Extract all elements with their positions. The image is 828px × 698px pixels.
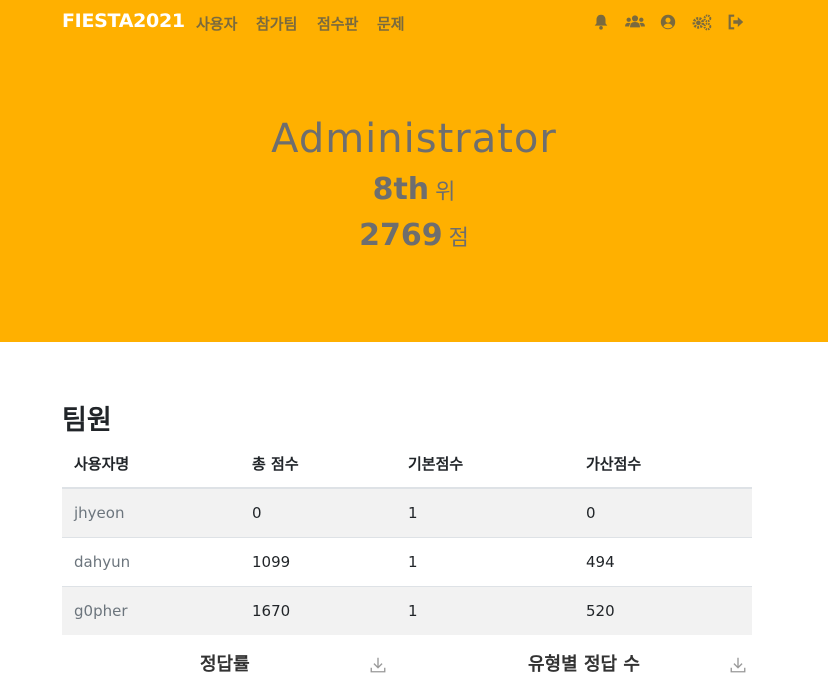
top-navbar: FIESTA2021 사용자 참가팀 점수판 문제	[0, 0, 828, 46]
table-row: dahyun 1099 1 494	[62, 536, 752, 586]
team-hero-banner: FIESTA2021 사용자 참가팀 점수판 문제 Administrator …	[0, 0, 828, 342]
nav-users-link[interactable]: 사용자	[196, 13, 237, 34]
score-value: 2769	[359, 218, 443, 253]
member-bonus-score: 0	[574, 487, 752, 537]
rank-unit: 위	[435, 180, 456, 205]
member-username-link[interactable]: dahyun	[62, 536, 240, 586]
download-icon[interactable]	[729, 656, 747, 674]
rank-value: 8th	[372, 172, 430, 207]
member-base-score: 1	[396, 585, 574, 635]
table-header-row: 사용자명 총 점수 기본점수 가산점수	[62, 440, 752, 489]
table-row: g0pher 1670 1 520	[62, 585, 752, 635]
nav-challenges-link[interactable]: 문제	[377, 13, 405, 34]
score-unit: 점	[448, 226, 469, 251]
cogs-icon[interactable]	[691, 13, 713, 31]
bell-icon[interactable]	[592, 13, 610, 31]
download-icon[interactable]	[369, 656, 387, 674]
member-username-link[interactable]: g0pher	[62, 585, 240, 635]
team-name: Administrator	[271, 116, 557, 162]
members-table: 사용자명 총 점수 기본점수 가산점수 jhyeon 0 1 0 dahyun …	[62, 440, 752, 635]
table-row: jhyeon 0 1 0	[62, 487, 752, 537]
solve-rate-chart-title: 정답률	[200, 654, 250, 675]
member-total-score: 1670	[240, 585, 396, 635]
category-solves-chart-title: 유형별 정답 수	[528, 654, 640, 675]
nav-teams-link[interactable]: 참가팀	[256, 13, 297, 34]
sign-out-icon[interactable]	[727, 13, 745, 31]
brand-link[interactable]: FIESTA2021	[62, 10, 185, 32]
header-username: 사용자명	[62, 440, 240, 489]
member-username-link[interactable]: jhyeon	[62, 487, 240, 537]
member-base-score: 1	[396, 487, 574, 537]
team-score: 2769 점	[0, 218, 828, 253]
header-total-score: 총 점수	[240, 440, 396, 489]
header-base-score: 기본점수	[396, 440, 574, 489]
member-bonus-score: 520	[574, 585, 752, 635]
nav-scoreboard-link[interactable]: 점수판	[317, 13, 358, 34]
member-total-score: 1099	[240, 536, 396, 586]
user-circle-icon[interactable]	[659, 13, 677, 31]
header-bonus-score: 가산점수	[574, 440, 752, 489]
users-icon[interactable]	[624, 13, 646, 31]
members-section-title: 팀원	[62, 405, 112, 436]
team-rank: 8th 위	[0, 172, 828, 207]
member-base-score: 1	[396, 536, 574, 586]
member-bonus-score: 494	[574, 536, 752, 586]
member-total-score: 0	[240, 487, 396, 537]
